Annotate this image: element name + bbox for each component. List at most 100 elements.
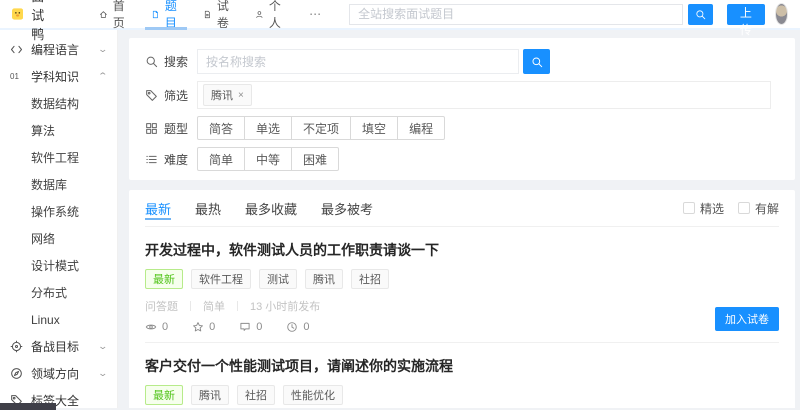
upload-button[interactable]: 上传: [727, 3, 765, 37]
question-title[interactable]: 客户交付一个性能测试项目，请阐述你的实施流程: [145, 356, 779, 376]
global-search: [349, 3, 714, 25]
search-icon: [531, 56, 543, 68]
search-icon: [695, 9, 706, 20]
tab-most-tested[interactable]: 最多被考: [321, 190, 373, 226]
global-search-button[interactable]: [688, 3, 714, 25]
difficulty-group: 简单 中等 困难: [197, 147, 340, 171]
selected-tags-box[interactable]: 腾讯 ×: [197, 81, 771, 109]
sidebar-item-software-engineering[interactable]: 软件工程: [0, 144, 117, 171]
stars-stat[interactable]: 0: [192, 321, 215, 333]
comment-icon: [239, 321, 251, 333]
comments-stat[interactable]: 0: [239, 321, 262, 333]
checkbox-has-answer[interactable]: 有解: [737, 200, 779, 217]
tag-badge[interactable]: 性能优化: [283, 385, 343, 405]
duck-logo-icon: [12, 8, 24, 20]
user-icon: [255, 8, 264, 21]
badge-newest[interactable]: 最新: [145, 269, 183, 289]
filter-panel: 搜索 筛选 腾讯 ×: [129, 38, 795, 180]
sidebar-item-subject-knowledge[interactable]: 01 学科知识 ⌃: [0, 63, 117, 90]
sidebar-item-data-structure[interactable]: 数据结构: [0, 90, 117, 117]
number-01-icon: 01: [10, 72, 19, 81]
top-header: 面试鸭 首页 题目 试卷 个人 ⋯ 上传: [0, 0, 800, 42]
sidebar-item-design-patterns[interactable]: 设计模式: [0, 252, 117, 279]
tag-badge[interactable]: 腾讯: [191, 385, 229, 405]
filter-row: 筛选 腾讯 ×: [145, 81, 779, 109]
search-label: 搜索: [145, 53, 197, 70]
question-meta: 问答题 简单 13 小时前发布: [145, 298, 779, 314]
question-search-button[interactable]: [523, 49, 550, 74]
tab-hottest[interactable]: 最热: [195, 190, 221, 226]
question-item: 开发过程中，软件测试人员的工作职责请谈一下 最新 软件工程 测试 腾讯 社招 问…: [145, 227, 779, 343]
difficulty-option-medium[interactable]: 中等: [244, 147, 293, 171]
question-title[interactable]: 开发过程中，软件测试人员的工作职责请谈一下: [145, 240, 779, 260]
sidebar-item-network[interactable]: 网络: [0, 225, 117, 252]
type-option-multiple-choice[interactable]: 不定项: [291, 116, 352, 140]
grid-icon: [145, 122, 158, 135]
tab-most-favorited[interactable]: 最多收藏: [245, 190, 297, 226]
star-icon: [192, 321, 204, 333]
user-avatar[interactable]: [774, 3, 788, 25]
tab-newest[interactable]: 最新: [145, 190, 172, 226]
sidebar-item-distributed[interactable]: 分布式: [0, 279, 117, 306]
question-stats: 0 0 0 0: [145, 321, 779, 333]
tag-badge[interactable]: 社招: [237, 385, 275, 405]
question-type: 问答题: [145, 301, 178, 313]
tag-badge[interactable]: 社招: [351, 269, 389, 289]
checkbox-icon: [737, 202, 750, 214]
views-stat: 0: [145, 321, 168, 333]
sidebar-item-domain-direction[interactable]: 领域方向 ⌄: [0, 360, 117, 387]
question-list-panel: 最新 最热 最多收藏 最多被考 精选 有解 开发过程中，软件测试人员的工作职责请…: [129, 190, 795, 408]
type-option-coding[interactable]: 编程: [397, 116, 446, 140]
bottom-cutoff-widget: [0, 403, 56, 410]
question-published-time: 13 小时前发布: [250, 301, 321, 313]
sort-tabbar: 最新 最热 最多收藏 最多被考 精选 有解: [145, 190, 779, 227]
nav-home[interactable]: 首页: [99, 0, 129, 30]
badge-newest[interactable]: 最新: [145, 385, 183, 405]
add-to-paper-button[interactable]: 加入试卷: [715, 307, 779, 331]
question-tags: 最新 腾讯 社招 性能优化: [145, 385, 779, 405]
checkbox-featured[interactable]: 精选: [682, 200, 724, 217]
difficulty-option-hard[interactable]: 困难: [291, 147, 340, 171]
filter-label: 筛选: [145, 87, 197, 104]
type-option-fill-blank[interactable]: 填空: [350, 116, 399, 140]
question-search-input[interactable]: [197, 49, 519, 74]
selected-tag-chip[interactable]: 腾讯 ×: [203, 84, 252, 106]
attempts-stat: 0: [286, 321, 310, 333]
chevron-down-icon: ⌄: [97, 368, 109, 378]
type-option-single-choice[interactable]: 单选: [244, 116, 293, 140]
chevron-down-icon: ⌄: [97, 341, 109, 351]
sidebar-item-operating-system[interactable]: 操作系统: [0, 198, 117, 225]
sidebar-item-database[interactable]: 数据库: [0, 171, 117, 198]
question-type-row: 题型 简答 单选 不定项 填空 编程: [145, 116, 779, 140]
type-option-short-answer[interactable]: 简答: [197, 116, 246, 140]
global-search-input[interactable]: [349, 3, 684, 25]
tag-badge[interactable]: 软件工程: [191, 269, 251, 289]
sidebar-item-linux[interactable]: Linux: [0, 306, 117, 333]
difficulty-option-easy[interactable]: 简单: [197, 147, 246, 171]
difficulty-label: 难度: [145, 151, 197, 168]
home-icon: [99, 8, 108, 21]
sidebar-item-algorithm[interactable]: 算法: [0, 117, 117, 144]
nav-profile[interactable]: 个人: [255, 0, 285, 30]
divider: [237, 301, 238, 311]
divider: [190, 301, 191, 311]
target-icon: [10, 340, 23, 353]
chevron-down-icon: ⌄: [97, 44, 109, 54]
code-icon: [10, 43, 23, 56]
sidebar-item-prep-target[interactable]: 备战目标 ⌄: [0, 333, 117, 360]
main-content: 搜索 筛选 腾讯 ×: [118, 30, 800, 408]
document-icon: [151, 8, 160, 21]
tag-badge[interactable]: 测试: [259, 269, 297, 289]
tag-badge[interactable]: 腾讯: [305, 269, 343, 289]
nav-more[interactable]: ⋯: [309, 7, 323, 21]
compass-icon: [10, 367, 23, 380]
nav-questions[interactable]: 题目: [145, 0, 188, 30]
nav-papers[interactable]: 试卷: [203, 0, 233, 30]
close-icon[interactable]: ×: [238, 90, 244, 101]
app-logo[interactable]: 面试鸭: [12, 0, 53, 43]
paper-icon: [203, 8, 212, 21]
checkbox-icon: [682, 202, 695, 214]
chevron-up-icon: ⌃: [97, 71, 109, 81]
main-nav: 首页 题目 试卷 个人 ⋯: [99, 0, 323, 30]
search-icon: [145, 55, 158, 68]
